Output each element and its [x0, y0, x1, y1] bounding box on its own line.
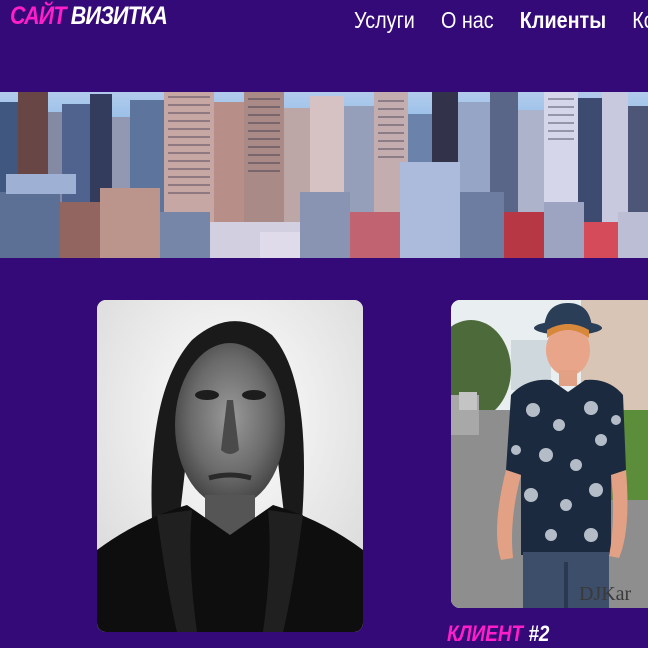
client-2-photo[interactable]: DJKar — [451, 300, 648, 608]
client-1-portrait-image — [97, 300, 363, 632]
logo-part-2: ВИЗИТКА — [70, 2, 168, 30]
site-logo[interactable]: САЙТ ВИЗИТКА — [10, 2, 168, 31]
client-caption-number: #2 — [528, 621, 550, 646]
logo-part-1: САЙТ — [10, 2, 67, 30]
nav-item-services[interactable]: Услуги — [354, 7, 415, 33]
nav-item-contacts[interactable]: Кон — [632, 7, 648, 33]
client-2-caption: КЛИЕНТ #2 — [447, 621, 549, 647]
client-1-photo[interactable] — [97, 300, 363, 632]
photo-watermark-text: DJKar — [579, 583, 632, 605]
main-nav: Услуги О нас Клиенты Кон — [354, 7, 648, 34]
client-caption-label: КЛИЕНТ — [447, 621, 524, 646]
city-skyline-illustration — [0, 92, 648, 258]
page: САЙТ ВИЗИТКА Услуги О нас Клиенты Кон — [0, 0, 648, 648]
nav-item-clients[interactable]: Клиенты — [520, 7, 606, 33]
client-2-portrait-image: DJKar — [451, 300, 648, 608]
header-banner-image — [0, 92, 648, 258]
nav-item-about[interactable]: О нас — [441, 7, 494, 33]
